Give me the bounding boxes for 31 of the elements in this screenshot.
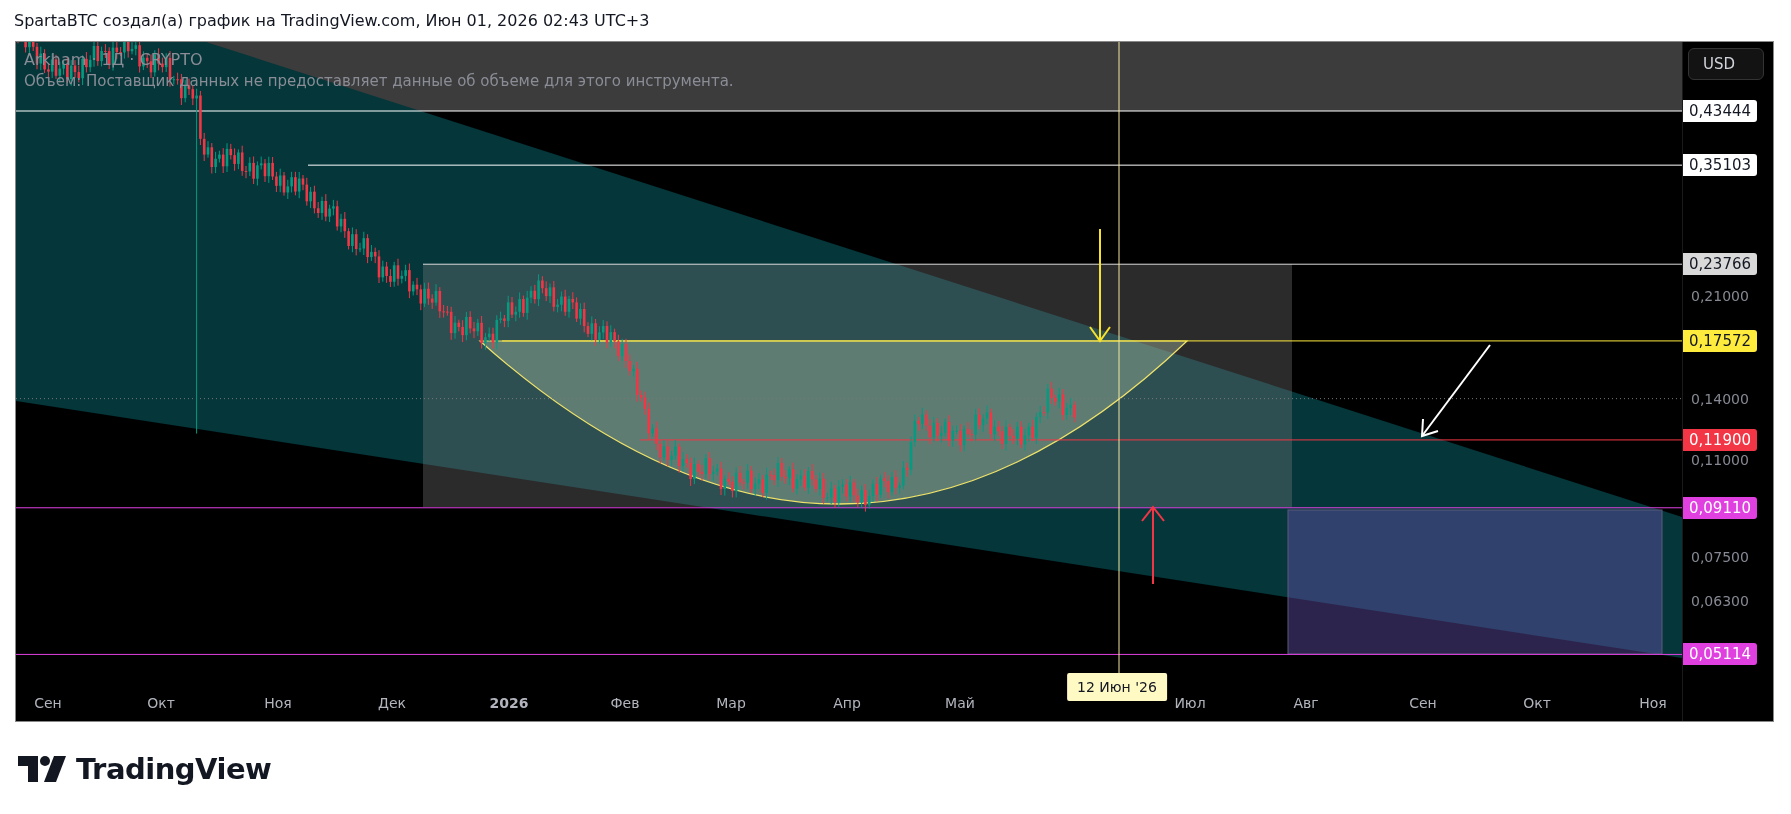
currency-button[interactable]: USD <box>1688 48 1764 80</box>
price-tick: 0,06300 <box>1691 593 1749 610</box>
time-label: Ноя <box>264 695 292 711</box>
time-label: Ноя <box>1639 695 1667 711</box>
price-label: 0,35103 <box>1683 154 1758 177</box>
chart-caption: SpartaBTC создал(а) график на TradingView.com, Июн 01, 2026 02:43 UTC+3 <box>14 11 650 30</box>
price-tick: 0,14000 <box>1691 390 1749 407</box>
crosshair-date: 12 Июн '26 <box>1067 673 1167 701</box>
time-label: Сен <box>1409 695 1437 711</box>
price-tick: 0,07500 <box>1691 549 1749 566</box>
price-label: 0,17572 <box>1683 329 1758 352</box>
time-label: Авг <box>1293 695 1319 711</box>
time-label: Сен <box>34 695 62 711</box>
price-label: 0,05114 <box>1683 643 1758 666</box>
time-label: Окт <box>147 695 175 711</box>
price-tick: 0,11000 <box>1691 451 1749 468</box>
time-label: Дек <box>378 695 406 711</box>
price-label: 0,23766 <box>1683 253 1758 276</box>
price-tick: 0,21000 <box>1691 287 1749 304</box>
logo-icon <box>18 756 68 782</box>
time-label: Апр <box>833 695 861 711</box>
time-label: Июл <box>1174 695 1206 711</box>
time-label: Май <box>945 695 975 711</box>
brand-name: TradingView <box>76 752 272 786</box>
time-label: 2026 <box>489 695 529 711</box>
price-label: 0,43444 <box>1683 100 1758 122</box>
time-label: Окт <box>1523 695 1551 711</box>
price-label: 0,11900 <box>1683 428 1758 451</box>
time-label: Мар <box>716 695 746 711</box>
time-label: Фев <box>610 695 640 711</box>
price-label: 0,09110 <box>1683 496 1758 519</box>
